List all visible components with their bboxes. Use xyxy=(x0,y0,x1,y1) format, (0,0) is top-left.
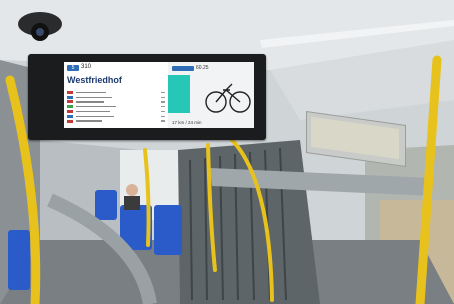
line-badge: 5 xyxy=(67,65,79,71)
bus-interior-scene: 5 310 Westfriedhof 60.25 17 km / 24 min xyxy=(0,0,454,304)
bicycle-icon xyxy=(205,83,251,113)
stop-name: Westfriedhof xyxy=(67,75,122,85)
advertising-picture xyxy=(311,116,399,160)
ad-caption: 17 km / 24 min xyxy=(172,120,202,125)
list-item xyxy=(67,119,165,124)
line-label: 310 xyxy=(81,64,92,70)
passenger-info-display: 5 310 Westfriedhof 60.25 17 km / 24 min xyxy=(28,54,266,140)
route-panel: 5 310 Westfriedhof xyxy=(64,62,168,128)
stop-list xyxy=(67,90,165,124)
ad-panel: 60.25 17 km / 24 min xyxy=(168,62,254,128)
display-content: 5 310 Westfriedhof 60.25 17 km / 24 min xyxy=(64,62,254,128)
